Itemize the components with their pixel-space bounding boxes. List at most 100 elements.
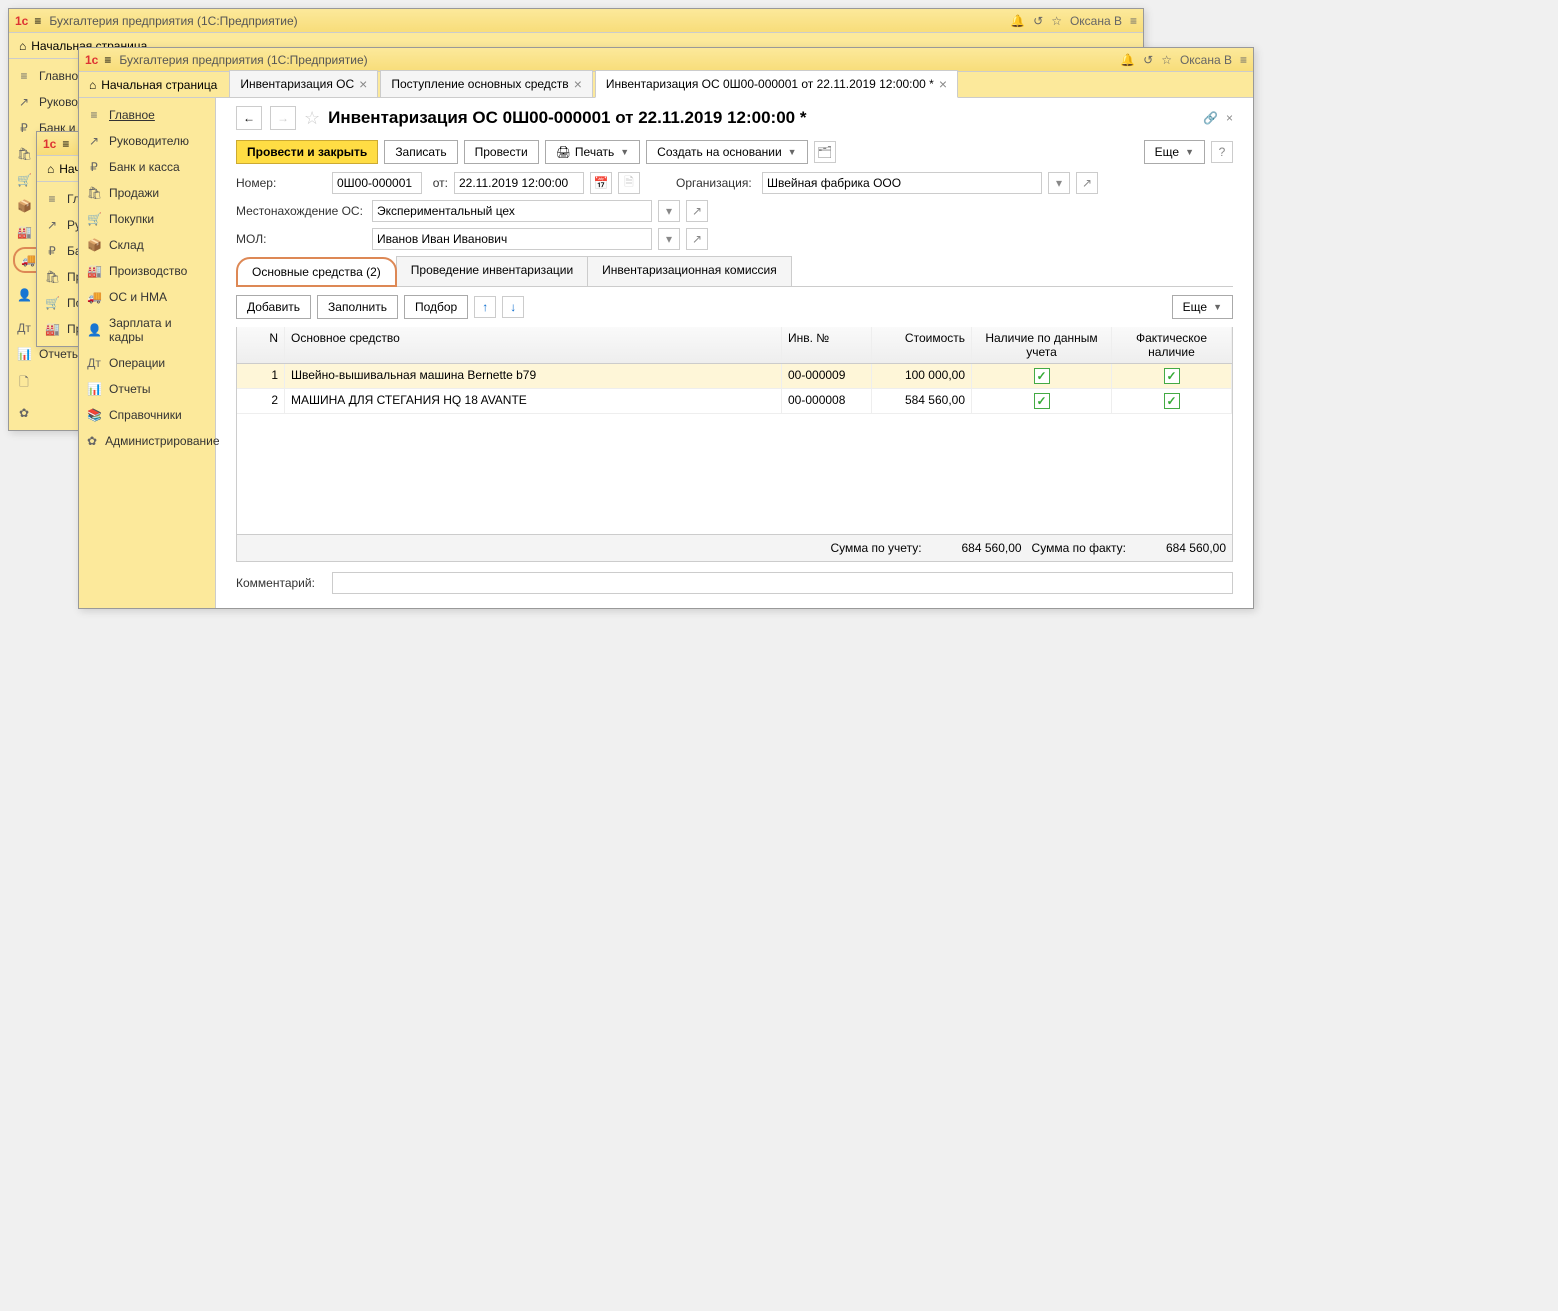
fav-icon[interactable]: ☆ <box>304 108 320 129</box>
person-icon: 👤 <box>17 288 31 302</box>
actual-checkbox[interactable]: ✓ <box>1164 368 1180 384</box>
table-row[interactable]: 1 Швейно-вышивальная машина Bernette b79… <box>237 364 1232 389</box>
add-button[interactable]: Добавить <box>236 295 311 319</box>
col-n[interactable]: N <box>237 327 285 363</box>
menu-icon[interactable]: ≡ <box>34 14 41 28</box>
user-label[interactable]: Оксана В <box>1180 53 1232 67</box>
col-actual[interactable]: Фактическое наличие <box>1112 327 1232 363</box>
sidebar-item-production[interactable]: 🏭Производство <box>79 258 215 284</box>
number-input[interactable] <box>332 172 422 194</box>
history-icon[interactable]: ↺ <box>1143 53 1153 67</box>
bell-icon[interactable]: 🔔 <box>1120 53 1135 67</box>
col-cost[interactable]: Стоимость <box>872 327 972 363</box>
dropdown-icon[interactable]: ▾ <box>1048 172 1070 194</box>
col-inv[interactable]: Инв. № <box>782 327 872 363</box>
home-icon: ⌂ <box>19 39 26 53</box>
sidebar-item-main[interactable]: ≡Главное <box>79 102 215 128</box>
move-up-button[interactable]: ↑ <box>474 296 496 318</box>
tab-receipt[interactable]: Поступление основных средств× <box>380 70 593 97</box>
sidebar-item-sales[interactable]: 🛍Продажи <box>79 180 215 206</box>
close-icon[interactable]: × <box>939 76 947 92</box>
sidebar-item-warehouse[interactable]: 📦Склад <box>79 232 215 258</box>
dropdown-icon[interactable]: ▾ <box>658 200 680 222</box>
star-icon[interactable]: ☆ <box>1161 53 1172 67</box>
sidebar-item-admin[interactable]: ✿Администрирование <box>79 428 215 454</box>
back-button[interactable]: ← <box>236 106 262 130</box>
comment-label: Комментарий: <box>236 576 326 590</box>
titlebar: 1c ≡ Бухгалтерия предприятия (1С:Предпри… <box>79 48 1253 72</box>
post-button[interactable]: Провести <box>464 140 539 164</box>
post-close-button[interactable]: Провести и закрыть <box>236 140 378 164</box>
menu2-icon[interactable]: ≡ <box>1240 53 1247 67</box>
tabbar: ⌂Начальная страница Инвентаризация ОС× П… <box>79 72 1253 98</box>
tab-home[interactable]: ⌂Начальная страница <box>81 73 227 97</box>
sum-accounting-value: 684 560,00 <box>932 541 1022 555</box>
close-icon[interactable]: × <box>1226 111 1233 125</box>
menu2-icon[interactable]: ≡ <box>1130 14 1137 28</box>
history-icon[interactable]: ↺ <box>1033 14 1043 28</box>
grid-footer: Сумма по учету: 684 560,00 Сумма по факт… <box>237 534 1232 561</box>
location-input[interactable] <box>372 200 652 222</box>
sidebar-item-operations[interactable]: ДтОперации <box>79 350 215 376</box>
home-icon: ⌂ <box>89 78 96 92</box>
mol-input[interactable] <box>372 228 652 250</box>
accounting-checkbox[interactable]: ✓ <box>1034 393 1050 409</box>
comment-input[interactable] <box>332 572 1233 594</box>
more-button[interactable]: Еще▼ <box>1172 295 1233 319</box>
open-icon[interactable]: ↗ <box>686 228 708 250</box>
open-icon[interactable]: ↗ <box>686 200 708 222</box>
forward-button[interactable]: → <box>270 106 296 130</box>
factory-icon: 🏭 <box>17 225 31 239</box>
sum-accounting-label: Сумма по учету: <box>831 541 922 555</box>
doc-icon[interactable]: 🗎 <box>618 172 640 194</box>
home-icon: ⌂ <box>47 162 54 176</box>
close-icon[interactable]: × <box>359 76 367 92</box>
col-asset[interactable]: Основное средство <box>285 327 782 363</box>
org-input[interactable] <box>762 172 1042 194</box>
menu-icon[interactable]: ≡ <box>104 53 111 67</box>
calendar-icon[interactable]: 📅 <box>590 172 612 194</box>
list-icon: ≡ <box>17 69 31 83</box>
sidebar-item-bank[interactable]: ₽Банк и касса <box>79 154 215 180</box>
sidebar-item-directories[interactable]: 📚Справочники <box>79 402 215 428</box>
arrow-icon: ↗ <box>17 95 31 109</box>
org-label: Организация: <box>676 176 756 190</box>
fill-button[interactable]: Заполнить <box>317 295 398 319</box>
table-row[interactable]: 2 МАШИНА ДЛЯ СТЕГАНИЯ HQ 18 AVANTE 00-00… <box>237 389 1232 414</box>
close-icon[interactable]: × <box>574 76 582 92</box>
sidebar-item-salary[interactable]: 👤Зарплата и кадры <box>79 310 215 350</box>
app-logo: 1c <box>15 14 28 28</box>
help-button[interactable]: ? <box>1211 141 1233 163</box>
user-label[interactable]: Оксана В <box>1070 14 1122 28</box>
accounting-checkbox[interactable]: ✓ <box>1034 368 1050 384</box>
move-down-button[interactable]: ↓ <box>502 296 524 318</box>
content: ← → ☆ Инвентаризация ОС 0Ш00-000001 от 2… <box>216 98 1253 608</box>
sidebar-item-os-nma[interactable]: 🚚ОС и НМА <box>79 284 215 310</box>
tab-conducting[interactable]: Проведение инвентаризации <box>396 256 588 286</box>
actual-checkbox[interactable]: ✓ <box>1164 393 1180 409</box>
create-on-button[interactable]: Создать на основании▼ <box>646 140 807 164</box>
open-icon[interactable]: ↗ <box>1076 172 1098 194</box>
pick-button[interactable]: Подбор <box>404 295 468 319</box>
number-label: Номер: <box>236 176 326 190</box>
structure-button[interactable]: 🗂 <box>814 141 836 163</box>
write-button[interactable]: Записать <box>384 140 457 164</box>
print-button[interactable]: 🖨 Печать▼ <box>545 140 640 164</box>
menu-icon[interactable]: ≡ <box>62 137 69 151</box>
col-accounting[interactable]: Наличие по данным учета <box>972 327 1112 363</box>
sidebar-item-purchases[interactable]: 🛒Покупки <box>79 206 215 232</box>
date-input[interactable] <box>454 172 584 194</box>
more-button[interactable]: Еще▼ <box>1144 140 1205 164</box>
sidebar-item-reports[interactable]: 📊Отчеты <box>79 376 215 402</box>
tab-commission[interactable]: Инвентаризационная комиссия <box>587 256 792 286</box>
tab-inventory-doc[interactable]: Инвентаризация ОС 0Ш00-000001 от 22.11.2… <box>595 70 958 98</box>
app-title: Бухгалтерия предприятия (1С:Предприятие) <box>49 14 1010 28</box>
tab-assets[interactable]: Основные средства (2) <box>236 257 397 287</box>
tab-inventory-list[interactable]: Инвентаризация ОС× <box>229 70 378 97</box>
sum-actual-label: Сумма по факту: <box>1032 541 1126 555</box>
dropdown-icon[interactable]: ▾ <box>658 228 680 250</box>
link-icon[interactable]: 🔗 <box>1203 111 1218 125</box>
star-icon[interactable]: ☆ <box>1051 14 1062 28</box>
sidebar-item-manager[interactable]: ↗Руководителю <box>79 128 215 154</box>
bell-icon[interactable]: 🔔 <box>1010 14 1025 28</box>
